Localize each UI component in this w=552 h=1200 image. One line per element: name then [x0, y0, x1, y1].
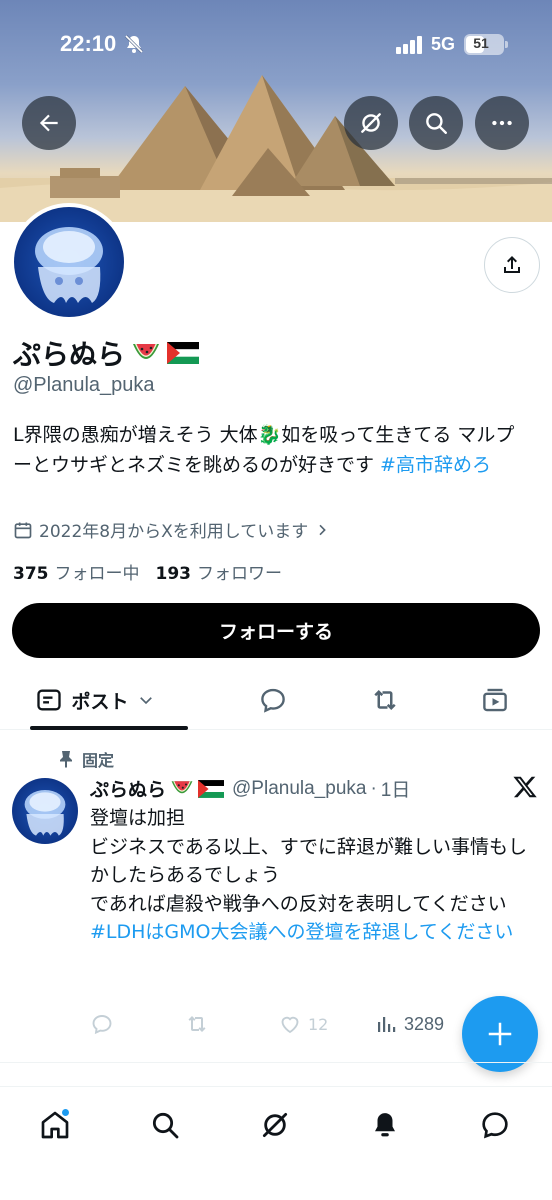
grok-button[interactable]: [344, 96, 398, 150]
joined-text: 2022年8月からXを利用しています: [39, 522, 309, 542]
following-link[interactable]: 375 フォロー中: [13, 559, 140, 584]
view-count: 3289: [404, 1013, 445, 1034]
post-line: 登壇は加担: [90, 807, 186, 829]
bell-icon: [375, 1113, 395, 1137]
tab-media[interactable]: [470, 670, 520, 730]
pinned-label: 固定: [82, 751, 115, 770]
more-icon: [492, 120, 512, 126]
media-icon: [483, 688, 507, 712]
calendar-icon: [14, 522, 32, 538]
profile-avatar[interactable]: [10, 203, 128, 321]
pinned-indicator: 固定: [58, 747, 114, 771]
following-label: フォロー中: [54, 564, 140, 584]
more-options-button[interactable]: [475, 96, 529, 150]
battery-icon: 51: [464, 34, 508, 55]
post-author-handle[interactable]: @Planula_puka: [232, 778, 366, 800]
status-bar: 22:10 5G 51: [0, 0, 552, 90]
cellular-signal-icon: [396, 36, 424, 58]
bio-hashtag-link[interactable]: #高市辞めろ: [380, 454, 491, 476]
tab-replies[interactable]: [248, 670, 298, 730]
repost-icon: [374, 690, 396, 710]
profile-handle: @Planula_puka: [13, 374, 155, 396]
profile-bio: L界隈の愚痴が増えそう 大体🐉如を吸って生きてる マルプーとウサギとネズミを眺め…: [13, 420, 533, 480]
post-line: であれば虐殺や戦争への反対を表明してください: [90, 892, 507, 915]
notification-dot: [61, 1108, 70, 1117]
reply-icon: [261, 688, 285, 713]
posts-icon: [37, 689, 62, 711]
post-body[interactable]: 登壇は加担 ビジネスである以上、すでに辞退が難しい事情もしかしたらあるでしょう …: [90, 804, 530, 947]
chevron-right-icon: [319, 524, 327, 535]
followers-count: 193: [155, 564, 192, 584]
chevron-down-icon: [139, 697, 152, 705]
nav-grok[interactable]: [255, 1105, 295, 1145]
views-icon: [378, 1017, 396, 1032]
reply-button[interactable]: [90, 1012, 114, 1036]
post-hashtag-link[interactable]: #LDHはGMO大会議への登壇を辞退してください: [90, 918, 530, 947]
like-button[interactable]: 12: [278, 1012, 328, 1036]
tab-posts-label: ポスト: [71, 690, 129, 713]
repost-icon: [188, 1016, 206, 1032]
display-name-text: ぷらぬら: [13, 338, 126, 371]
grok-icon: [361, 113, 381, 133]
heart-icon: [281, 1016, 299, 1034]
nav-notifications[interactable]: [365, 1105, 405, 1145]
tab-reposts[interactable]: [360, 670, 410, 730]
share-button[interactable]: [484, 237, 540, 293]
views-button[interactable]: 3289: [374, 1012, 444, 1036]
battery-percent: 51: [473, 35, 489, 51]
post-avatar[interactable]: [12, 778, 78, 844]
x-logo-icon[interactable]: [512, 774, 538, 804]
tab-active-indicator: [30, 726, 188, 730]
network-type: 5G: [431, 34, 456, 54]
follow-button[interactable]: フォローする: [12, 603, 540, 658]
post-author-name[interactable]: ぷらぬら: [90, 775, 166, 802]
back-button[interactable]: [22, 96, 76, 150]
followers-link[interactable]: 193 フォロワー: [156, 559, 283, 584]
jellyfish-avatar-image: [14, 207, 124, 317]
repost-button[interactable]: [184, 1012, 210, 1036]
palestine-flag-icon: [167, 342, 200, 364]
nav-search[interactable]: [145, 1105, 185, 1145]
post-time[interactable]: 1日: [381, 775, 411, 802]
status-time: 22:10: [60, 31, 117, 56]
post-divider: [0, 1062, 552, 1063]
watermelon-icon: [171, 781, 193, 794]
profile-tabs: ポスト: [0, 670, 552, 730]
arrow-left-icon: [39, 114, 58, 132]
plus-icon: [488, 1022, 512, 1046]
post-actions: 12 3289: [90, 1012, 460, 1038]
bell-off-icon: [124, 34, 144, 58]
jellyfish-avatar-image: [24, 790, 66, 836]
share-icon: [504, 256, 520, 273]
search-button[interactable]: [409, 96, 463, 150]
post-separator: ·: [370, 777, 377, 799]
compose-post-button[interactable]: [462, 996, 538, 1072]
follow-counts: 375 フォロー中 193 フォロワー: [13, 559, 282, 584]
grok-icon: [262, 1112, 288, 1138]
bottom-navigation: [0, 1086, 552, 1200]
tab-posts[interactable]: ポスト: [0, 670, 190, 730]
post-header: ぷらぬら @Planula_puka · 1日: [90, 775, 410, 802]
display-name: ぷらぬら: [13, 333, 200, 373]
reply-icon: [92, 1015, 112, 1035]
pin-icon: [60, 751, 72, 768]
watermelon-icon: [133, 344, 160, 359]
like-count: 12: [308, 1014, 329, 1034]
search-icon: [426, 113, 447, 134]
following-count: 375: [13, 564, 49, 584]
nav-messages[interactable]: [475, 1105, 515, 1145]
post-line: ビジネスである以上、すでに辞退が難しい事情もしかしたらあるでしょう: [90, 835, 528, 887]
nav-home[interactable]: [35, 1105, 75, 1145]
followers-label: フォロワー: [197, 564, 282, 584]
search-icon: [152, 1112, 179, 1139]
joined-date[interactable]: 2022年8月からXを利用しています: [13, 517, 330, 542]
messages-icon: [482, 1112, 508, 1139]
palestine-flag-icon: [198, 779, 225, 798]
